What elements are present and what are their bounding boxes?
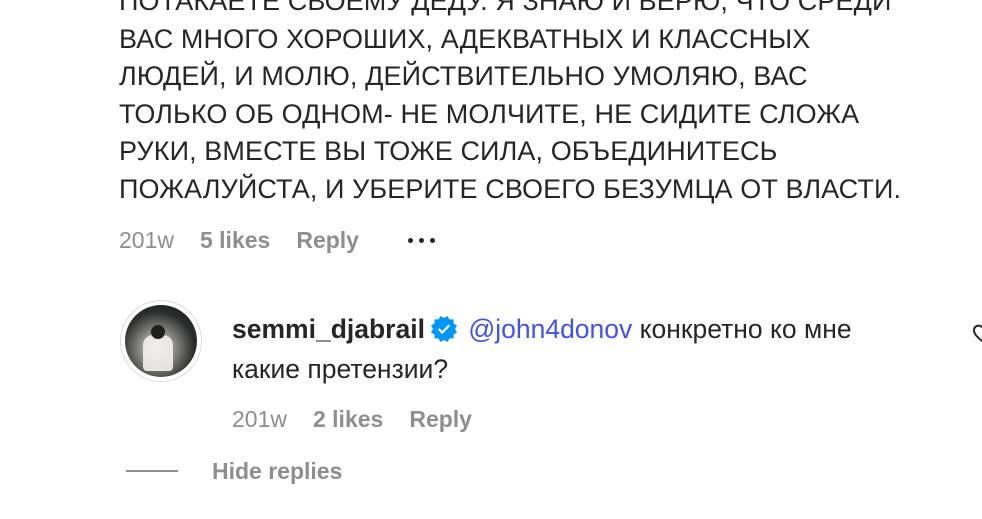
hide-replies-button[interactable]: Hide replies	[126, 456, 342, 486]
avatar-figure-body	[143, 335, 173, 371]
dot	[419, 238, 424, 243]
reply-comment-meta: 201w 2 likes Reply	[232, 406, 472, 433]
avatar[interactable]	[120, 300, 202, 382]
reply-comment: semmi_djabrail @john4donov конкретно ко …	[232, 309, 952, 389]
verified-badge-icon	[430, 316, 457, 342]
avatar-figure-head	[151, 325, 165, 339]
dot	[408, 238, 413, 243]
reply-button[interactable]: Reply	[409, 406, 472, 433]
comment-line: ТОЛЬКО ОБ ОДНОМ- НЕ МОЛЧИТЕ, НЕ СИДИТЕ С…	[119, 98, 860, 129]
comment-line: ЛЮДЕЙ, И МОЛЮ, ДЕЙСТВИТЕЛЬНО УМОЛЯЮ, ВАС	[119, 61, 808, 91]
comment-line: ВАС МНОГО ХОРОШИХ, АДЕКВАТНЫХ И КЛАССНЫХ	[119, 23, 811, 54]
likes-count[interactable]: 2 likes	[313, 406, 383, 433]
reply-text-line1: конкретно ко мне	[639, 314, 852, 344]
comment-timestamp[interactable]: 201w	[232, 406, 287, 433]
parent-comment-meta: 201w 5 likes Reply	[119, 227, 359, 254]
likes-count[interactable]: 5 likes	[200, 227, 270, 254]
reply-text-line2: какие претензии?	[232, 354, 449, 384]
comment-timestamp[interactable]: 201w	[119, 227, 174, 254]
reply-button[interactable]: Reply	[296, 227, 359, 254]
mention-link[interactable]: @john4donov	[468, 314, 632, 344]
replies-divider	[126, 470, 178, 472]
dot	[430, 238, 435, 243]
comment-line: ПОЖАЛУЙСТА, И УБЕРИТЕ СВОЕГО БЕЗУМЦА ОТ …	[119, 173, 902, 204]
parent-comment-text: ПОТАКАЕТЕ СВОЕМУ ДЕДУ. Я ЗНАЮ И ВЕРЮ, ЧТ…	[119, 0, 959, 208]
username-link[interactable]: semmi_djabrail	[232, 314, 425, 344]
comment-line: РУКИ, ВМЕСТЕ ВЫ ТОЖЕ СИЛА, ОБЪЕДИНИТЕСЬ	[119, 136, 778, 166]
hide-replies-label: Hide replies	[212, 458, 343, 484]
comment-line: ПОТАКАЕТЕ СВОЕМУ ДЕДУ. Я ЗНАЮ И ВЕРЮ, ЧТ…	[119, 0, 892, 16]
more-options-icon[interactable]	[408, 238, 435, 243]
heart-icon[interactable]	[972, 324, 982, 344]
avatar-image	[125, 305, 197, 377]
